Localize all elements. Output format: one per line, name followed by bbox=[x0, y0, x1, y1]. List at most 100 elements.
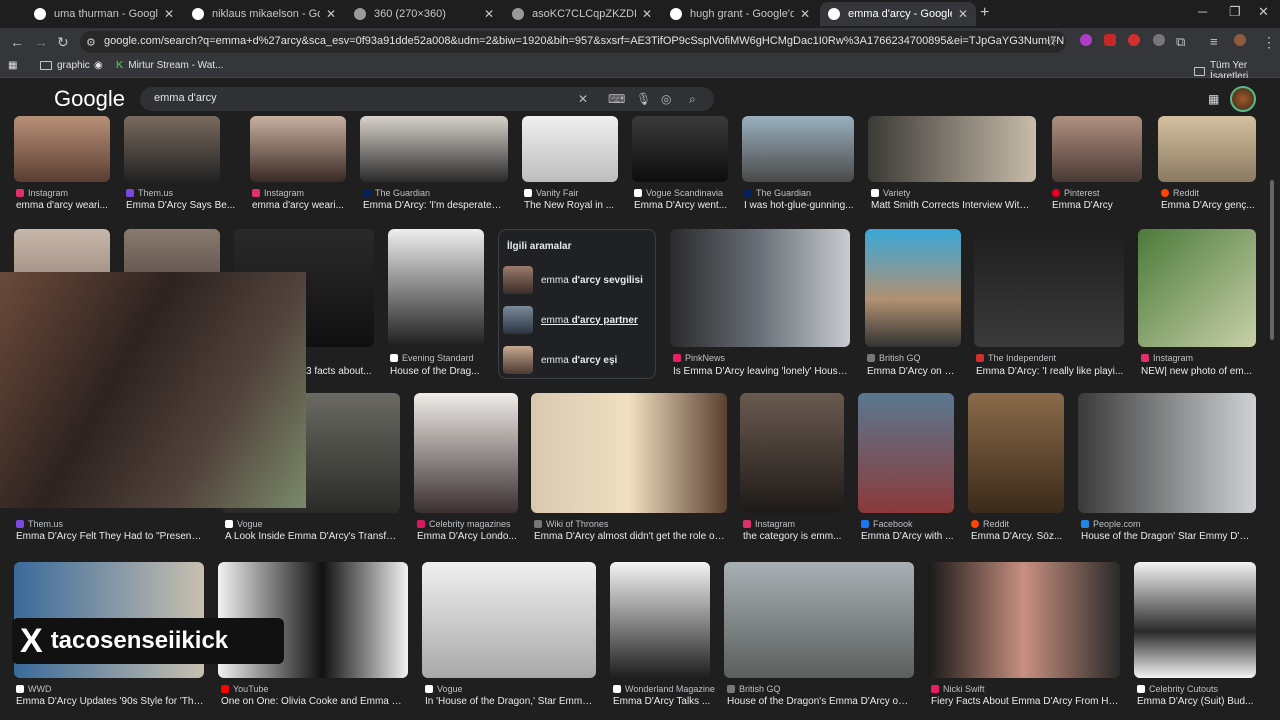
result-image[interactable] bbox=[610, 562, 710, 678]
result-caption[interactable]: Fiery Facts About Emma D'Arcy From Ho... bbox=[931, 696, 1119, 707]
result-caption[interactable]: Matt Smith Corrects Interview With ... bbox=[871, 200, 1033, 211]
close-window-button[interactable]: ✕ bbox=[1258, 4, 1269, 20]
result-image[interactable] bbox=[928, 562, 1120, 678]
account-avatar[interactable] bbox=[1230, 86, 1256, 112]
reload-button[interactable]: ↻ bbox=[57, 34, 69, 51]
result-image[interactable] bbox=[968, 393, 1064, 513]
result-image[interactable] bbox=[1158, 116, 1256, 182]
search-input[interactable]: emma d'arcy bbox=[140, 87, 714, 111]
result-caption[interactable]: Emma D'Arcy bbox=[1052, 200, 1142, 211]
result-image[interactable] bbox=[422, 562, 596, 678]
tab-aso[interactable]: asoKC7CLCqpZKZDL6iovNurCU✕ bbox=[504, 2, 660, 26]
result-caption[interactable]: Emma D'Arcy. Söz... bbox=[971, 531, 1065, 542]
tab-image[interactable]: 360 (270×360) ✕ bbox=[346, 2, 502, 26]
result-image[interactable] bbox=[531, 393, 727, 513]
bookmark-star-icon[interactable]: ☆ bbox=[1046, 34, 1058, 50]
lens-icon[interactable]: ◎ bbox=[661, 92, 671, 106]
result-image[interactable] bbox=[14, 116, 110, 182]
extension-icon[interactable] bbox=[1080, 34, 1092, 46]
keyboard-icon[interactable]: ⌨ bbox=[608, 92, 625, 106]
result-caption[interactable]: emma d'arcy weari... bbox=[252, 200, 346, 211]
google-apps-icon[interactable]: ▦ bbox=[1208, 92, 1219, 106]
bookmark-circle-icon[interactable]: ◉ bbox=[94, 60, 103, 71]
close-tab-icon[interactable]: ✕ bbox=[326, 7, 336, 21]
close-tab-icon[interactable]: ✕ bbox=[800, 7, 810, 21]
apps-grid-icon[interactable]: ▦ bbox=[8, 60, 17, 71]
media-controls-icon[interactable]: ≡ bbox=[1210, 34, 1218, 49]
result-caption[interactable]: House of the Drag... bbox=[390, 366, 480, 377]
result-caption[interactable]: Emma D'Arcy with ... bbox=[861, 531, 955, 542]
result-caption[interactable]: Emma D'Arcy Londo... bbox=[417, 531, 521, 542]
result-caption[interactable]: Emma D'Arcy genç... bbox=[1161, 200, 1255, 211]
address-bar[interactable]: google.com/search?q=emma+d%27arcy&sca_es… bbox=[80, 31, 1066, 53]
close-tab-icon[interactable]: ✕ bbox=[484, 7, 494, 21]
result-caption[interactable]: The New Royal in ... bbox=[524, 200, 618, 211]
result-image[interactable] bbox=[865, 229, 961, 347]
result-caption[interactable]: Emma D'Arcy Updates '90s Style for 'The.… bbox=[16, 696, 204, 707]
close-tab-icon[interactable]: ✕ bbox=[642, 7, 652, 21]
maximize-button[interactable]: ❐ bbox=[1229, 4, 1241, 20]
result-caption[interactable]: House of the Dragon' Star Emmy D'Ar... bbox=[1081, 531, 1253, 542]
result-caption[interactable]: Emma D'Arcy Talks ... bbox=[613, 696, 713, 707]
result-caption[interactable]: A Look Inside Emma D'Arcy's Transfo... bbox=[225, 531, 397, 542]
result-caption[interactable]: Emma D'Arcy: 'I really like playi... bbox=[976, 366, 1124, 377]
result-caption[interactable]: Is Emma D'Arcy leaving 'lonely' House... bbox=[673, 366, 849, 377]
result-caption[interactable]: House of the Dragon's Emma D'Arcy on ... bbox=[727, 696, 913, 707]
result-image[interactable] bbox=[1052, 116, 1142, 182]
extension-icon[interactable] bbox=[1128, 34, 1140, 46]
site-info-icon[interactable]: ⚙ bbox=[86, 36, 96, 49]
extensions-puzzle-icon[interactable]: ⧉ bbox=[1176, 34, 1185, 50]
result-caption[interactable]: NEW| new photo of em... bbox=[1141, 366, 1255, 377]
result-image[interactable] bbox=[632, 116, 728, 182]
close-tab-icon[interactable]: ✕ bbox=[958, 7, 968, 21]
result-image[interactable] bbox=[388, 229, 484, 347]
result-caption[interactable]: Emma D'Arcy on H... bbox=[867, 366, 959, 377]
result-image[interactable] bbox=[974, 229, 1124, 347]
result-image[interactable] bbox=[1134, 562, 1256, 678]
extension-icon[interactable] bbox=[1153, 34, 1165, 46]
result-caption[interactable]: Emma D'Arcy (Suit) Bud... bbox=[1137, 696, 1255, 707]
forward-button[interactable]: → bbox=[34, 34, 48, 50]
result-caption[interactable]: Emma D'Arcy Says Be... bbox=[126, 200, 236, 211]
result-image[interactable] bbox=[742, 116, 854, 182]
new-tab-button[interactable]: + bbox=[980, 4, 989, 22]
result-image[interactable] bbox=[1138, 229, 1256, 347]
menu-kebab-icon[interactable]: ⋮ bbox=[1262, 34, 1276, 51]
related-search-item[interactable]: emma d'arcy partner bbox=[503, 302, 653, 338]
microphone-icon[interactable]: 🎙 bbox=[636, 92, 651, 106]
result-caption[interactable]: 3 facts about... bbox=[306, 366, 372, 377]
result-caption[interactable]: I was hot-glue-gunning... bbox=[744, 200, 854, 211]
result-image[interactable] bbox=[414, 393, 518, 513]
result-caption[interactable]: emma d'arcy weari... bbox=[16, 200, 110, 211]
result-caption[interactable]: In 'House of the Dragon,' Star Emma ... bbox=[425, 696, 595, 707]
result-image[interactable] bbox=[740, 393, 844, 513]
result-caption[interactable]: Emma D'Arcy almost didn't get the role o… bbox=[534, 531, 726, 542]
scrollbar[interactable] bbox=[1270, 180, 1274, 340]
result-image[interactable] bbox=[868, 116, 1036, 182]
result-caption[interactable]: the category is emm... bbox=[743, 531, 843, 542]
related-search-item[interactable]: emma d'arcy eşi bbox=[503, 342, 653, 378]
result-caption[interactable]: Emma D'Arcy Felt They Had to "Present a.… bbox=[16, 531, 204, 542]
close-tab-icon[interactable]: ✕ bbox=[164, 7, 174, 21]
result-image[interactable] bbox=[250, 116, 346, 182]
tab-emma-darcy[interactable]: emma d'arcy - Google'da Ara✕ bbox=[820, 2, 976, 26]
result-image[interactable] bbox=[522, 116, 618, 182]
bookmark-graphic[interactable]: graphic bbox=[40, 60, 90, 71]
result-caption[interactable]: Emma D'Arcy went... bbox=[634, 200, 728, 211]
result-image[interactable] bbox=[360, 116, 508, 182]
result-caption[interactable]: Emma D'Arcy: 'I'm desperate f... bbox=[363, 200, 503, 211]
adblock-icon[interactable] bbox=[1104, 34, 1116, 46]
bookmark-mirtur[interactable]: K Mirtur Stream - Wat... bbox=[116, 60, 223, 71]
result-image[interactable] bbox=[670, 229, 850, 347]
result-image[interactable] bbox=[858, 393, 954, 513]
tab-niklaus[interactable]: niklaus mikaelson - Google'da A✕ bbox=[184, 2, 344, 26]
tab-uma-thurman[interactable]: uma thurman - Google'da Ara✕ bbox=[26, 2, 182, 26]
google-logo[interactable]: Google bbox=[54, 86, 125, 112]
search-icon[interactable]: ⌕ bbox=[689, 92, 696, 107]
back-button[interactable]: ← bbox=[10, 34, 24, 50]
clear-icon[interactable]: ✕ bbox=[578, 92, 588, 106]
minimize-button[interactable]: ─ bbox=[1198, 4, 1207, 19]
result-image[interactable] bbox=[124, 116, 220, 182]
result-image[interactable] bbox=[1078, 393, 1256, 513]
tab-hugh-grant[interactable]: hugh grant - Google'da Ara✕ bbox=[662, 2, 818, 26]
